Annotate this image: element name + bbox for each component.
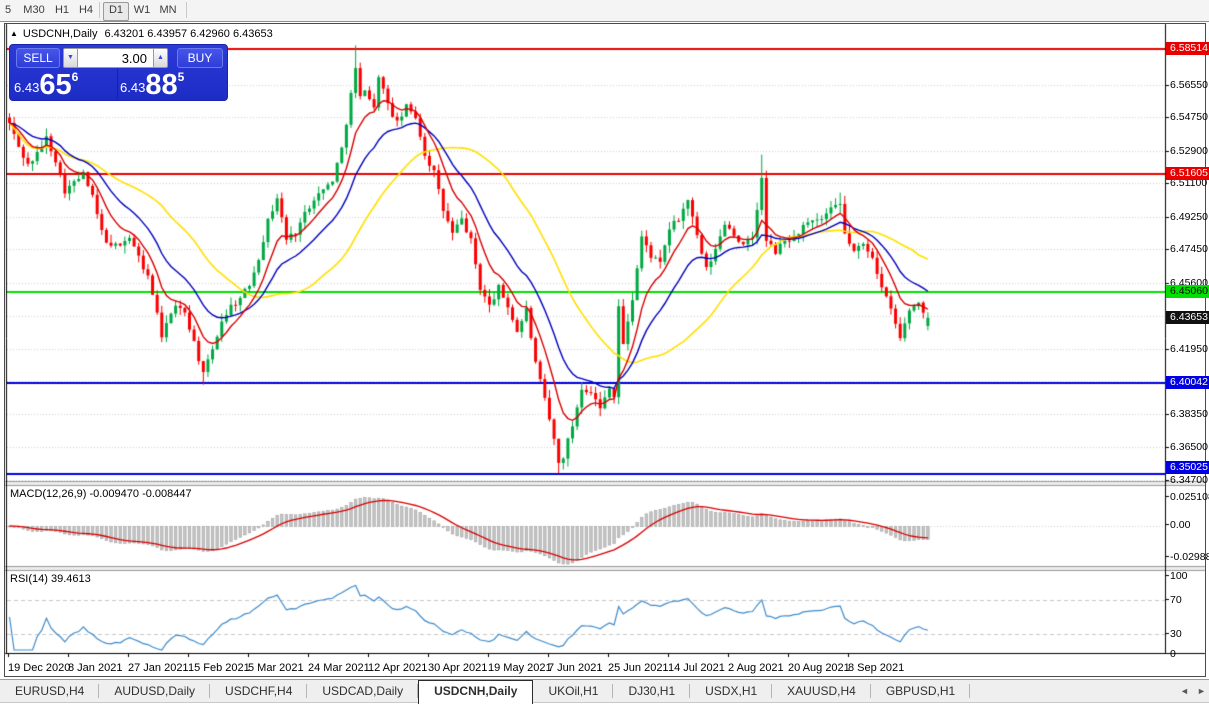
collapse-arrow-icon[interactable]: ▲ [10,29,18,38]
tab-scroll-right-icon[interactable]: ► [1197,686,1206,696]
timeframe-button-w1[interactable]: W1 [130,2,154,19]
date-label: 24 Mar 2021 [308,662,370,674]
price-axis-label: 6.41950 [1170,343,1208,355]
timeframe-button-mn[interactable]: MN [156,2,180,19]
timeframe-button-m30[interactable]: M30 [20,2,48,19]
chart-tab-eurusd[interactable]: EURUSD,H4 [0,680,100,702]
chart-window-frame [4,23,1206,677]
rsi-axis-label: 100 [1170,570,1188,582]
price-axis-label: 6.36500 [1170,441,1208,453]
volume-input[interactable]: 3.00 [77,48,154,68]
date-label: 12 Apr 2021 [368,662,428,674]
rsi-axis-label: 70 [1170,594,1182,606]
macd-axis-label: 0.025108 [1170,491,1209,503]
chart-ohlc-values: 6.43201 6.43957 6.42960 6.43653 [104,28,273,40]
tab-scroll-left-icon[interactable]: ◄ [1180,686,1189,696]
sell-price-prefix: 6.43 [14,80,40,95]
chart-tab-usdcad[interactable]: USDCAD,Daily [307,680,419,702]
buy-price-main: 88 [145,69,178,101]
timeframe-toolbar: 5 M30 H1 H4 D1 W1 MN [0,0,1209,22]
price-axis-label: 6.47450 [1170,243,1208,255]
date-label: 5 Mar 2021 [248,662,304,674]
timeframe-button-5[interactable]: 5 [2,2,14,19]
chart-symbol-period: USDCNH,Daily [22,28,98,40]
price-axis-label: 6.38350 [1170,408,1208,420]
price-axis-label: 6.54750 [1170,111,1208,123]
date-label: 27 Jan 2021 [128,662,189,674]
price-axis-label: 6.49250 [1170,211,1208,223]
chart-tab-usdcnh[interactable]: USDCNH,Daily [418,680,534,704]
price-divider [117,69,118,99]
chart-tab-dj30[interactable]: DJ30,H1 [613,680,691,702]
toolbar-divider [186,2,187,18]
date-label: 19 Dec 2020 [8,662,71,674]
sell-button[interactable]: SELL [16,48,60,68]
date-label: 15 Feb 2021 [188,662,250,674]
date-label: 8 Jan 2021 [68,662,123,674]
buy-button[interactable]: BUY [177,48,223,68]
buy-price[interactable]: 6.43885 [120,69,225,101]
volume-decrease-button[interactable]: ▼ [63,48,78,68]
price-badge: 6.58514 [1166,42,1209,55]
date-label: 30 Apr 2021 [428,662,488,674]
timeframe-button-h4[interactable]: H4 [76,2,96,19]
date-label: 7 Jun 2021 [548,662,603,674]
chart-title: ▲ USDCNH,Daily 6.43201 6.43957 6.42960 6.4… [10,28,273,40]
one-click-trading-panel: SELL ▼ 3.00 ▲ BUY 6.43656 6.43885 [9,44,228,101]
timeframe-button-d1[interactable]: D1 [103,2,129,21]
tab-separator [969,684,971,698]
date-label: 19 May 2021 [488,662,552,674]
price-badge: 6.45060 [1166,285,1209,298]
sell-price[interactable]: 6.43656 [14,69,116,101]
chart-tab-usdchf[interactable]: USDCHF,H4 [210,680,308,702]
date-label: 14 Jul 2021 [668,662,725,674]
date-label: 25 Jun 2021 [608,662,669,674]
volume-increase-button[interactable]: ▲ [153,48,168,68]
sell-price-pip: 6 [71,70,79,84]
price-axis-label: 6.34700 [1170,474,1208,486]
chart-tab-ukoil[interactable]: UKOil,H1 [533,680,614,702]
mt4-terminal: 5 M30 H1 H4 D1 W1 MN ▲ USDCNH,Daily 6.43201 6.43… [0,0,1209,708]
macd-pane-title: MACD(12,26,9) -0.009470 -0.008447 [10,488,192,500]
price-badge: 6.35025 [1166,461,1209,474]
price-axis-label: 6.52900 [1170,145,1208,157]
date-label: 2 Aug 2021 [728,662,784,674]
price-badge: 6.51605 [1166,167,1209,180]
price-badge: 6.40042 [1166,376,1209,389]
date-label: 20 Aug 2021 [788,662,850,674]
chart-tab-xauusd[interactable]: XAUUSD,H4 [772,680,871,702]
buy-price-pip: 5 [177,70,185,84]
timeframe-button-h1[interactable]: H1 [52,2,72,19]
sell-price-main: 65 [39,69,72,101]
chart-tab-usdx[interactable]: USDX,H1 [690,680,773,702]
buy-price-prefix: 6.43 [120,80,146,95]
toolbar-divider [99,2,100,18]
chart-tab-gbpusd[interactable]: GBPUSD,H1 [871,680,971,702]
price-badge: 6.43653 [1166,311,1209,324]
rsi-pane-title: RSI(14) 39.4613 [10,573,91,585]
chart-tab-bar: ◄ ► EURUSD,H4 AUDUSD,Daily USDCHF,H4 USDCAD… [0,679,1209,704]
macd-axis-label: -0.029881 [1170,551,1209,563]
rsi-axis-label: 0 [1170,648,1176,660]
date-label: 8 Sep 2021 [848,662,905,674]
chart-tab-audusd[interactable]: AUDUSD,Daily [99,680,211,702]
price-axis-label: 6.56550 [1170,79,1208,91]
macd-axis-label: 0.00 [1170,519,1191,531]
rsi-axis-label: 30 [1170,628,1182,640]
